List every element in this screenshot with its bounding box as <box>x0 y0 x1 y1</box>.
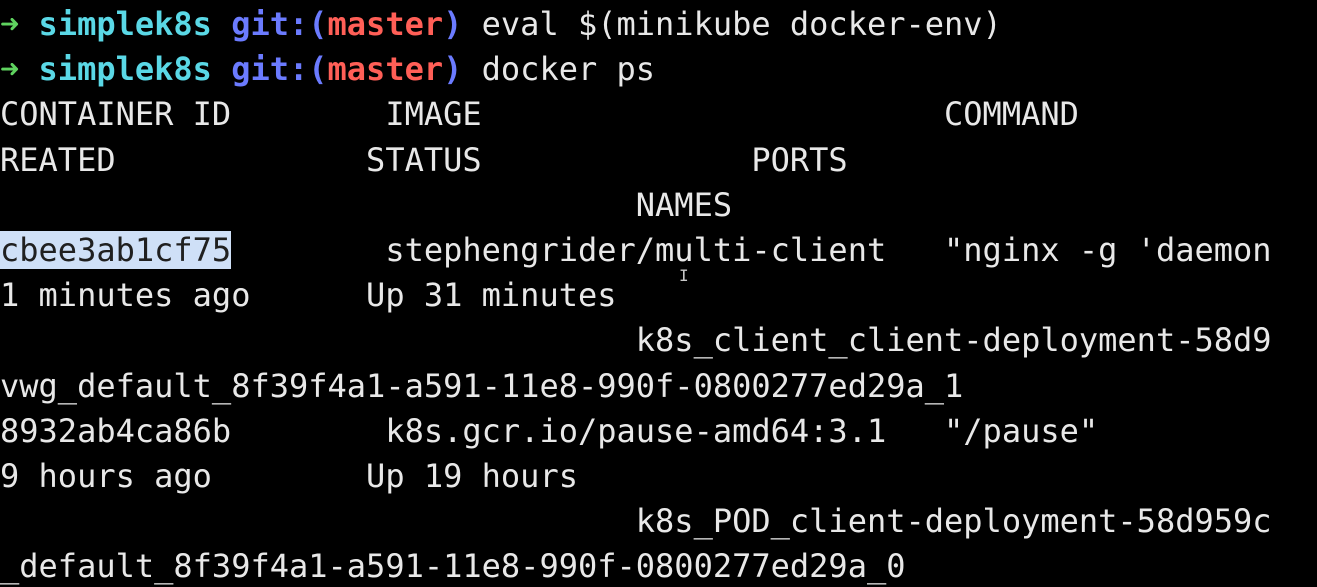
command-text[interactable]: eval $(minikube docker-env) <box>482 5 1002 43</box>
prompt-directory: simplek8s <box>38 50 212 89</box>
container-name: k8s_client_client-deployment-58d9 <box>635 321 1272 360</box>
container-id: 8932ab4ca86b <box>0 411 232 450</box>
prompt-git-branch: master <box>327 50 444 89</box>
container-image: stephengrider/multi-client <box>385 230 887 269</box>
output-line: 1 minutes ago Up 31 minutes <box>0 273 1317 318</box>
container-status: Up 31 minutes <box>366 276 617 315</box>
container-command: "/pause" <box>944 411 1099 450</box>
header-container-id: CONTAINER ID <box>0 95 232 134</box>
ibeam-cursor-icon: I <box>679 266 689 285</box>
output-line: 9 hours ago Up 19 hours <box>0 454 1317 499</box>
prompt-line: ➜ simplek8s git:(master) eval $(minikube… <box>0 2 1317 47</box>
container-name-continued: _default_8f39f4a1-a591-11e8-990f-0800277… <box>0 547 906 586</box>
output-line: cbee3ab1cf75 stephengrider/multi-client … <box>0 228 1317 273</box>
prompt-git-suffix: ) <box>443 50 463 89</box>
container-status: Up 19 hours <box>366 456 578 495</box>
output-header-line: CONTAINER ID IMAGE COMMAND <box>0 92 1317 137</box>
terminal-window[interactable]: ➜ simplek8s git:(master) eval $(minikube… <box>0 0 1317 587</box>
header-command: COMMAND <box>944 95 1079 134</box>
output-line: k8s_POD_client-deployment-58d959c <box>0 499 1317 544</box>
output-line: vwg_default_8f39f4a1-a591-11e8-990f-0800… <box>0 364 1317 409</box>
prompt-directory: simplek8s <box>38 5 212 43</box>
prompt-git-branch: master <box>327 5 444 43</box>
header-status: STATUS <box>366 140 482 179</box>
prompt-git-prefix: git:( <box>231 5 328 43</box>
container-created: 1 minutes ago <box>0 276 251 315</box>
prompt-line: ➜ simplek8s git:(master) docker ps <box>0 47 1317 92</box>
header-names: NAMES <box>635 185 733 224</box>
output-line: 8932ab4ca86b k8s.gcr.io/pause-amd64:3.1 … <box>0 409 1317 454</box>
container-name: k8s_POD_client-deployment-58d959c <box>635 502 1272 541</box>
prompt-arrow-icon: ➜ <box>0 50 20 89</box>
prompt-arrow-icon: ➜ <box>0 5 20 43</box>
container-created: 9 hours ago <box>0 456 212 495</box>
output-line: _default_8f39f4a1-a591-11e8-990f-0800277… <box>0 544 1317 587</box>
selected-container-id[interactable]: cbee3ab1cf75 <box>0 230 232 269</box>
container-name-continued: vwg_default_8f39f4a1-a591-11e8-990f-0800… <box>0 366 964 405</box>
container-command: "nginx -g 'daemon <box>944 230 1272 269</box>
prompt-git-prefix: git:( <box>231 50 328 89</box>
header-image: IMAGE <box>385 95 482 134</box>
command-text[interactable]: docker ps <box>482 50 655 88</box>
header-created: REATED <box>0 140 116 179</box>
output-header-line: NAMES <box>0 183 1317 228</box>
container-image: k8s.gcr.io/pause-amd64:3.1 <box>385 411 887 450</box>
output-header-line: REATED STATUS PORTS <box>0 138 1317 183</box>
prompt-git-suffix: ) <box>443 5 463 43</box>
output-line: k8s_client_client-deployment-58d9 <box>0 318 1317 363</box>
header-ports: PORTS <box>751 140 848 179</box>
